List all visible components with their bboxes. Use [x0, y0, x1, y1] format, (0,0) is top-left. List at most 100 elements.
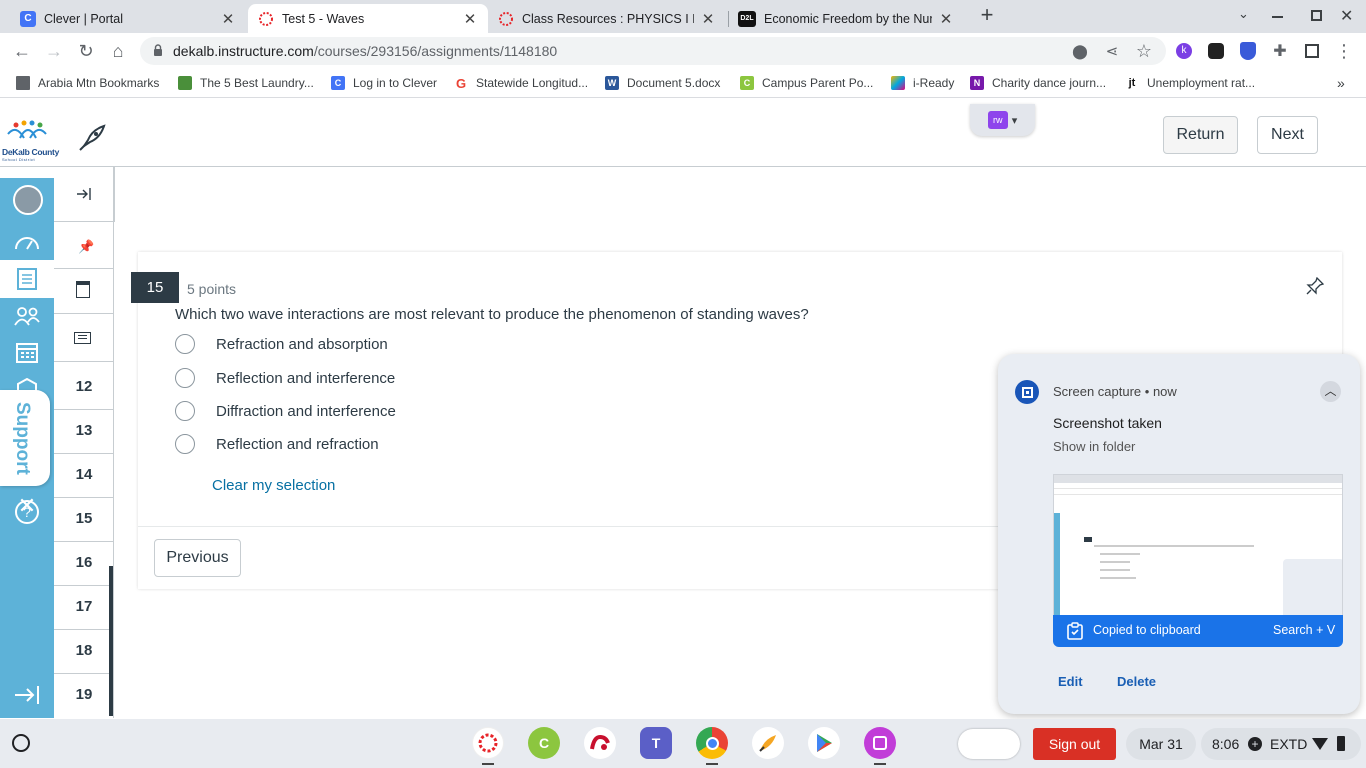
collapse-nav-icon[interactable] — [13, 681, 41, 709]
side-panel-icon[interactable] — [1305, 44, 1319, 58]
holding-space-tray[interactable] — [958, 729, 1020, 759]
teams-app-icon[interactable]: T — [640, 727, 672, 759]
reload-icon[interactable]: ↻ — [74, 39, 98, 63]
notes-icon[interactable] — [74, 332, 91, 344]
close-window-icon[interactable]: ✕ — [1340, 6, 1353, 26]
support-tab[interactable]: Support — [0, 390, 50, 486]
screenshot-thumbnail[interactable] — [1053, 474, 1343, 616]
pin-question-icon[interactable] — [1306, 276, 1325, 295]
canvas-app-icon[interactable] — [472, 727, 504, 759]
rocket-icon[interactable] — [76, 122, 108, 154]
extensions-puzzle-icon[interactable]: ✚ — [1268, 39, 1292, 63]
lock-icon[interactable] — [153, 44, 163, 56]
tab-economic-freedom[interactable]: D2L Economic Freedom by the Numb ✕ — [728, 4, 964, 33]
bookmark-item[interactable]: The 5 Best Laundry... — [178, 76, 314, 90]
play-store-icon[interactable] — [808, 727, 840, 759]
delete-button[interactable]: Delete — [1117, 674, 1156, 689]
calendar-icon[interactable] — [13, 338, 41, 366]
answer-option[interactable]: Diffraction and interference — [175, 401, 396, 421]
answer-option[interactable]: Reflection and interference — [175, 368, 395, 388]
divider — [54, 409, 114, 410]
more-bookmarks-icon[interactable]: » — [1337, 75, 1345, 91]
question-link-12[interactable]: 12 — [60, 378, 108, 395]
radio-button[interactable] — [175, 434, 195, 454]
location-icon[interactable]: ⬤ — [1068, 39, 1092, 63]
collapse-notification-icon[interactable]: ︿ — [1320, 381, 1341, 402]
home-icon[interactable]: ⌂ — [106, 39, 130, 63]
close-tab-icon[interactable]: ✕ — [700, 10, 716, 28]
bookmark-label: Campus Parent Po... — [762, 76, 874, 90]
tab-test-5-waves[interactable]: Test 5 - Waves ✕ — [248, 4, 488, 33]
puzzle-extension-icon: rw — [987, 111, 1008, 129]
close-tab-icon[interactable]: ✕ — [220, 10, 236, 28]
bookmark-item[interactable]: G Statewide Longitud... — [454, 76, 588, 91]
close-tab-icon[interactable]: ✕ — [938, 10, 954, 28]
navigator-scrollbar[interactable] — [109, 566, 113, 716]
kami-extension-icon[interactable]: k — [1176, 43, 1192, 59]
question-link-15[interactable]: 15 — [60, 510, 108, 527]
forward-icon[interactable]: → — [42, 39, 66, 63]
bookmark-item[interactable]: W Document 5.docx — [605, 76, 720, 90]
menu-icon[interactable]: ⋮ — [1332, 39, 1356, 63]
launcher-icon[interactable] — [12, 734, 30, 752]
bookmark-item[interactable]: C Log in to Clever — [331, 76, 437, 90]
rocket-app-icon[interactable] — [752, 727, 784, 759]
close-tab-icon[interactable]: ✕ — [462, 10, 478, 28]
campus-app-icon[interactable]: C — [528, 727, 560, 759]
radio-button[interactable] — [175, 401, 195, 421]
bookmark-item[interactable]: Arabia Mtn Bookmarks — [16, 76, 159, 90]
clear-selection-link[interactable]: Clear my selection — [212, 477, 335, 494]
sign-out-button[interactable]: Sign out — [1033, 728, 1116, 760]
edit-button[interactable]: Edit — [1058, 674, 1083, 689]
answer-label[interactable]: Reflection and interference — [216, 370, 395, 387]
chrome-app-icon[interactable] — [696, 727, 728, 759]
answer-option[interactable]: Refraction and absorption — [175, 334, 388, 354]
back-icon[interactable]: ← — [10, 39, 34, 63]
return-button[interactable]: Return — [1163, 116, 1238, 154]
question-link-13[interactable]: 13 — [60, 422, 108, 439]
bookmark-item[interactable]: i-Ready — [891, 76, 954, 90]
show-in-folder-link[interactable]: Show in folder — [1053, 439, 1135, 454]
expand-panel-icon[interactable] — [76, 186, 92, 202]
groups-icon[interactable] — [13, 302, 41, 330]
pin-icon[interactable]: 📌 — [78, 239, 94, 255]
question-link-19[interactable]: 19 — [60, 686, 108, 703]
dekalb-logo[interactable]: DeKalb County School District — [2, 120, 59, 162]
question-link-18[interactable]: 18 — [60, 642, 108, 659]
shield-extension-icon[interactable] — [1240, 42, 1256, 60]
question-link-16[interactable]: 16 — [60, 554, 108, 571]
bookmark-star-icon[interactable]: ☆ — [1132, 39, 1156, 63]
bookmark-item[interactable]: jt Unemployment rat... — [1125, 76, 1255, 90]
minimize-icon[interactable] — [1272, 16, 1283, 18]
previous-button[interactable]: Previous — [154, 539, 241, 577]
question-link-14[interactable]: 14 — [60, 466, 108, 483]
share-icon[interactable]: ⋖ — [1100, 39, 1124, 63]
date-tray[interactable]: Mar 31 — [1126, 728, 1196, 760]
tab-search-icon[interactable]: ⌄ — [1238, 6, 1249, 22]
dashboard-icon[interactable] — [13, 228, 41, 256]
calculator-icon[interactable] — [76, 281, 90, 298]
tab-clever-portal[interactable]: C Clever | Portal ✕ — [10, 4, 246, 33]
extension-icon[interactable] — [1208, 43, 1224, 59]
answer-label[interactable]: Reflection and refraction — [216, 436, 379, 453]
bookmark-item[interactable]: N Charity dance journ... — [970, 76, 1106, 90]
restore-icon[interactable] — [1311, 10, 1322, 21]
radio-button[interactable] — [175, 368, 195, 388]
url-text[interactable]: dekalb.instructure.com/courses/293156/as… — [173, 43, 557, 59]
answer-label[interactable]: Diffraction and interference — [216, 403, 396, 420]
next-button[interactable]: Next — [1257, 116, 1318, 154]
answer-option[interactable]: Reflection and refraction — [175, 434, 379, 454]
tab-class-resources[interactable]: Class Resources : PHYSICS I B-M ✕ — [488, 4, 726, 33]
support-label: Support — [12, 402, 33, 475]
screencast-app-icon[interactable] — [864, 727, 896, 759]
textwriter-extension-button[interactable]: rw ▾ — [970, 104, 1035, 136]
bookmark-item[interactable]: C Campus Parent Po... — [740, 76, 873, 90]
app-shortcut-icon[interactable] — [584, 727, 616, 759]
question-link-17[interactable]: 17 — [60, 598, 108, 615]
help-icon[interactable]: ? — [13, 498, 41, 526]
account-avatar[interactable] — [13, 185, 43, 215]
radio-button[interactable] — [175, 334, 195, 354]
divider — [54, 585, 114, 586]
new-tab-button[interactable]: + — [976, 4, 998, 27]
answer-label[interactable]: Refraction and absorption — [216, 336, 388, 353]
